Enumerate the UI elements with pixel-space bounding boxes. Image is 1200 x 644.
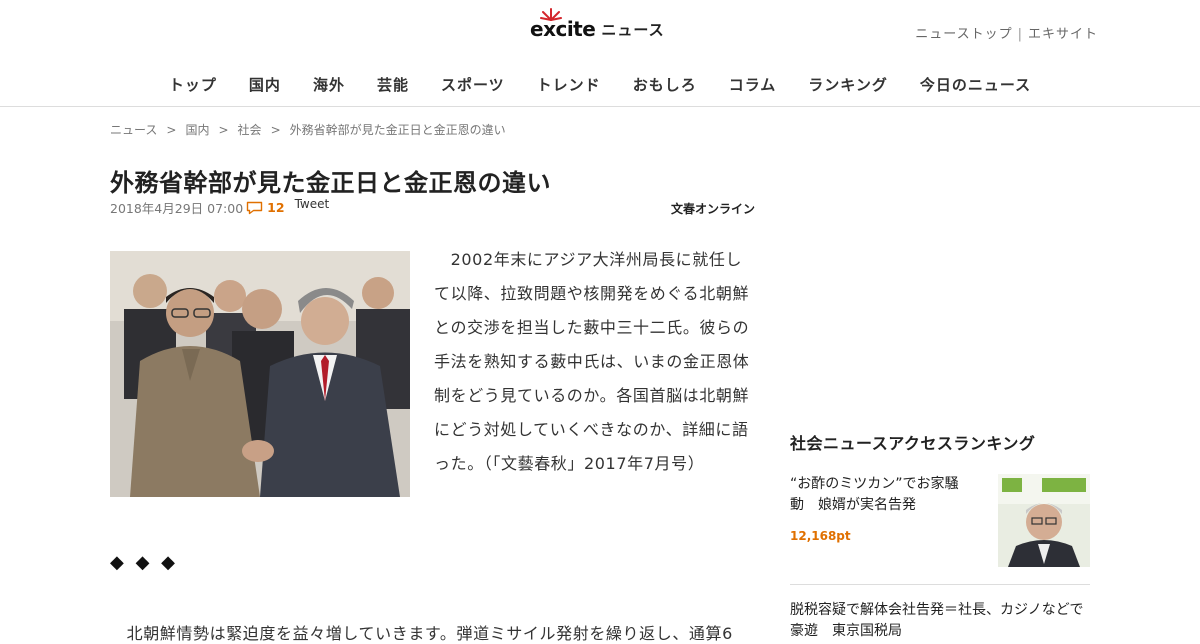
nav-ranking[interactable]: ランキング [792,74,904,95]
excite-wordmark: excite [530,8,596,41]
ranking-item[interactable]: 脱税容疑で解体会社告発＝社長、カジノなどで豪遊 東京国税局 [790,600,1090,642]
article-title: 外務省幹部が見た金正日と金正恩の違い [110,169,551,197]
ranking-item-title[interactable]: 脱税容疑で解体会社告発＝社長、カジノなどで豪遊 東京国税局 [790,600,1090,642]
site-header: excite ニュース ニューストップ | エキサイト トップ 国内 海外 芸能 ス… [0,0,1200,107]
breadcrumb-current: 外務省幹部が見た金正日と金正恩の違い [289,123,506,137]
breadcrumb-separator: > [270,123,281,137]
top-links: ニューストップ | エキサイト [915,23,1098,42]
link-excite[interactable]: エキサイト [1028,27,1098,42]
ranking-item-thumbnail[interactable] [998,474,1090,567]
nav-fun[interactable]: おもしろ [617,74,713,95]
ranking-item[interactable]: “お酢のミツカン”でお家騒動 娘婿が実名告発 12,168pt [790,474,1090,585]
breadcrumb-news[interactable]: ニュース [110,123,157,137]
ranking-item-title[interactable]: “お酢のミツカン”でお家騒動 娘婿が実名告発 [790,474,970,516]
link-separator: | [1017,27,1023,42]
breadcrumb-separator: > [218,123,229,137]
source-logo[interactable]: 文春オンライン [671,200,755,217]
breadcrumb-separator: > [166,123,177,137]
main-nav: トップ 国内 海外 芸能 スポーツ トレンド おもしろ コラム ランキング 今日… [0,74,1200,95]
nav-entertainment[interactable]: 芸能 [361,74,425,95]
article-photo [110,251,410,497]
breadcrumb: ニュース > 国内 > 社会 > 外務省幹部が見た金正日と金正恩の違い [110,121,506,138]
ranking-heading: 社会ニュースアクセスランキング [790,434,1036,453]
article-date: 2018年4月29日 07:00 [110,201,244,216]
section-separator: ◆ ◆ ◆ [110,552,178,573]
nav-sports[interactable]: スポーツ [425,74,521,95]
article-meta: 2018年4月29日 07:00 12 Tweet [110,197,330,217]
logo-news-label: ニュース [601,20,665,39]
comment-count: 12 [267,200,285,215]
nav-overseas[interactable]: 海外 [297,74,361,95]
comment-link[interactable]: 12 [246,200,285,215]
nav-column[interactable]: コラム [713,74,793,95]
comment-icon [246,201,263,214]
nav-domestic[interactable]: 国内 [233,74,297,95]
site-logo[interactable]: excite ニュース [530,8,665,44]
article-lead: 2002年末にアジア大洋州局長に就任して以降、拉致問題や核開発をめぐる北朝鮮との… [434,250,750,473]
ranking-item-points: 12,168pt [790,529,851,543]
nav-today-news[interactable]: 今日のニュース [904,74,1047,95]
breadcrumb-domestic[interactable]: 国内 [185,123,209,137]
logo-spark-icon [540,8,562,21]
link-news-top[interactable]: ニューストップ [915,27,1012,42]
article-body-paragraph: 北朝鮮情勢は緊迫度を益々増していきます。弾道ミサイル発射を繰り返し、通算6 [110,624,733,643]
nav-trend[interactable]: トレンド [521,74,617,95]
breadcrumb-society[interactable]: 社会 [238,123,262,137]
nav-top[interactable]: トップ [153,74,233,95]
tweet-button[interactable]: Tweet [295,197,330,211]
